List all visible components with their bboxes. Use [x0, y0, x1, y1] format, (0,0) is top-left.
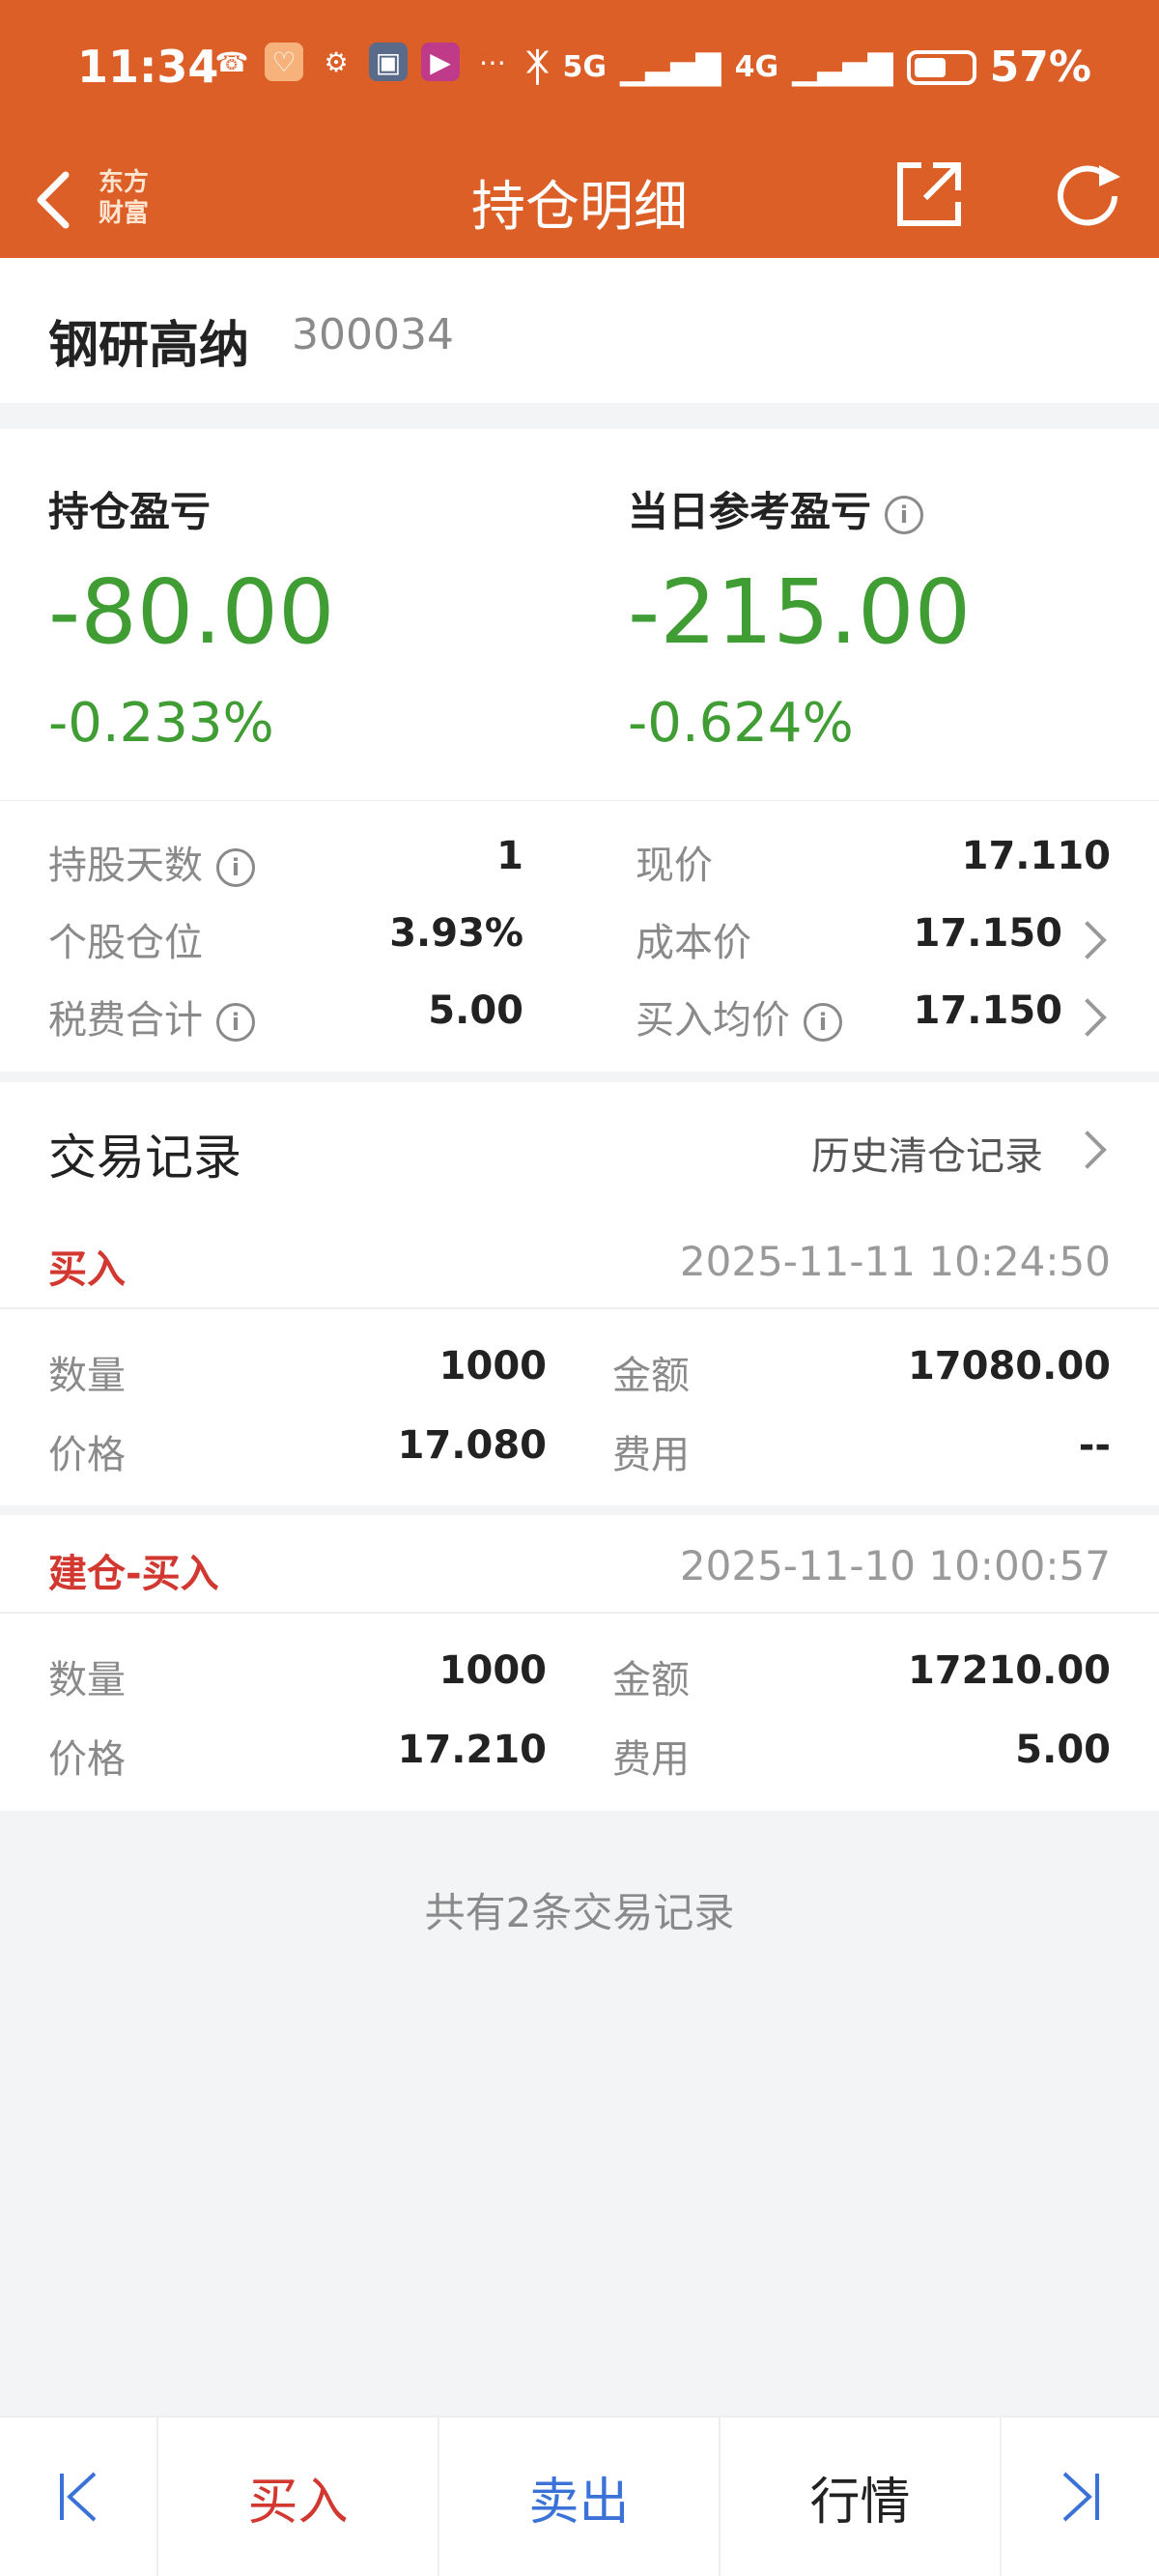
chevron-right-icon[interactable] [1068, 998, 1107, 1037]
trade-records-header: 交易记录 历史清仓记录 [0, 1082, 1159, 1213]
stock-header: 钢研高纳 300034 [0, 258, 1159, 403]
trade-time: 2025-11-11 10:24:50 [679, 1238, 1111, 1285]
detail-row-3: 税费合计 i 5.00 买入均价 i 17.150 [0, 988, 1159, 1046]
detail-row-2: 个股仓位 3.93% 成本价 17.150 [0, 911, 1159, 969]
qty-label: 数量 [48, 1658, 126, 1703]
buy-button[interactable]: 买入 [158, 2418, 439, 2576]
quote-button[interactable]: 行情 [721, 2418, 1002, 2576]
amount-value: 17080.00 [907, 1344, 1111, 1388]
page-title: 持仓明细 [471, 176, 688, 239]
avg-price-value[interactable]: 17.150 [914, 988, 1062, 1033]
sell-button[interactable]: 卖出 [439, 2418, 721, 2576]
trade-record-head: 建仓-买入 2025-11-10 10:00:57 [0, 1515, 1159, 1614]
stock-code: 300034 [292, 310, 454, 359]
trade-type: 建仓-买入 [48, 1552, 219, 1596]
notification-icons: ☎ ♡ ⚙ ▣ ▶ ⋯ [212, 43, 512, 81]
position-ratio-label: 个股仓位 [48, 921, 203, 965]
current-price-label: 现价 [636, 844, 713, 888]
records-title: 交易记录 [48, 1130, 241, 1186]
stock-name: 钢研高纳 [48, 317, 250, 375]
app-header: 11:34 ☎ ♡ ⚙ ▣ ▶ ⋯ ᛡ 5G ▁▃▅▇ 4G ▁▃▅▇ 57% … [0, 0, 1159, 258]
trade-record: 建仓-买入 2025-11-10 10:00:57 数量 1000 金额 172… [0, 1515, 1159, 1811]
nav-bar: 东方 财富 持仓明细 [0, 140, 1159, 258]
day-pnl-label-wrap: 当日参考盈亏 i [628, 479, 924, 538]
skip-first-icon [60, 2472, 97, 2522]
fees-value: 5.00 [428, 988, 523, 1033]
days-label-wrap: 持股天数 i [48, 834, 255, 890]
trade-record: 买入 2025-11-11 10:24:50 数量 1000 金额 17080.… [0, 1211, 1159, 1505]
heart-app-icon: ♡ [265, 43, 303, 81]
amount-label: 金额 [612, 1354, 690, 1398]
price-label: 价格 [48, 1433, 126, 1477]
cost-price-value[interactable]: 17.150 [914, 911, 1062, 956]
photo-app-icon: ▣ [369, 43, 408, 81]
day-pnl-label: 当日参考盈亏 [628, 488, 872, 535]
fee-label: 费用 [612, 1433, 690, 1477]
price-label: 价格 [48, 1737, 126, 1782]
info-icon[interactable]: i [885, 495, 924, 534]
position-details: 持股天数 i 1 现价 17.110 个股仓位 3.93% 成本价 17.150 … [0, 800, 1159, 1072]
battery-icon [906, 49, 976, 85]
position-ratio-value: 3.93% [389, 911, 523, 956]
status-right: ᛡ 5G ▁▃▅▇ 4G ▁▃▅▇ 57% [525, 43, 1091, 92]
chevron-right-icon[interactable] [1068, 1131, 1107, 1169]
bluetooth-icon: ᛡ [525, 44, 550, 90]
price-value: 17.210 [397, 1728, 547, 1772]
trade-time: 2025-11-10 10:00:57 [679, 1542, 1111, 1589]
bottom-action-bar: 买入 卖出 行情 [0, 2416, 1159, 2576]
info-icon[interactable]: i [804, 1003, 842, 1042]
info-icon[interactable]: i [216, 848, 255, 887]
fee-value: -- [1078, 1423, 1111, 1468]
fees-label: 税费合计 [48, 998, 203, 1043]
amount-value: 17210.00 [907, 1648, 1111, 1693]
price-value: 17.080 [397, 1423, 547, 1468]
qty-label: 数量 [48, 1354, 126, 1398]
missed-call-icon: ☎ [214, 45, 249, 78]
skip-last-icon [1062, 2472, 1099, 2522]
qty-value: 1000 [438, 1648, 547, 1693]
amount-label: 金额 [612, 1658, 690, 1703]
avg-price-label: 买入均价 [636, 998, 790, 1043]
signal-5g: 5G [562, 50, 607, 84]
avg-price-label-wrap: 买入均价 i [636, 988, 842, 1045]
battery-fill [914, 57, 946, 77]
qty-value: 1000 [438, 1344, 547, 1388]
pnl-section: 持仓盈亏 -80.00 -0.233% 当日参考盈亏 i -215.00 -0.6… [0, 429, 1159, 800]
current-price-value: 17.110 [961, 834, 1111, 878]
signal-4g: 4G [734, 50, 779, 84]
more-notifications-icon: ⋯ [479, 45, 506, 78]
fee-label: 费用 [612, 1737, 690, 1782]
signal-bars-icon-2: ▁▃▅▇ [792, 47, 893, 87]
hold-pnl-percent: -0.233% [48, 692, 274, 755]
day-pnl-value: -215.00 [628, 560, 972, 664]
history-clear-link[interactable]: 历史清仓记录 [811, 1125, 1043, 1181]
trade-record-head: 买入 2025-11-11 10:24:50 [0, 1211, 1159, 1309]
last-stock-button[interactable] [1002, 2418, 1159, 2576]
apps-icon: ⚙ [324, 45, 349, 78]
trade-type: 买入 [48, 1247, 126, 1292]
detail-row-1: 持股天数 i 1 现价 17.110 [0, 834, 1159, 892]
records-summary: 共有2条交易记录 [424, 1889, 735, 1936]
battery-percent: 57% [989, 43, 1091, 92]
status-time: 11:34 [77, 41, 219, 93]
cost-price-label: 成本价 [636, 921, 751, 965]
fees-label-wrap: 税费合计 i [48, 988, 255, 1045]
days-label: 持股天数 [48, 844, 203, 888]
days-value: 1 [496, 834, 523, 878]
share-icon[interactable] [892, 157, 966, 231]
hold-pnl-label: 持仓盈亏 [48, 488, 212, 535]
first-stock-button[interactable] [0, 2418, 158, 2576]
day-pnl-percent: -0.624% [628, 692, 854, 755]
info-icon[interactable]: i [216, 1003, 255, 1042]
hold-pnl-value: -80.00 [48, 560, 335, 664]
status-bar: 11:34 ☎ ♡ ⚙ ▣ ▶ ⋯ ᛡ 5G ▁▃▅▇ 4G ▁▃▅▇ 57% [0, 0, 1159, 140]
refresh-icon[interactable] [1051, 157, 1128, 235]
chevron-right-icon[interactable] [1068, 921, 1107, 959]
video-app-icon: ▶ [421, 43, 460, 81]
fee-value: 5.00 [1015, 1728, 1111, 1772]
signal-bars-icon: ▁▃▅▇ [619, 47, 721, 87]
